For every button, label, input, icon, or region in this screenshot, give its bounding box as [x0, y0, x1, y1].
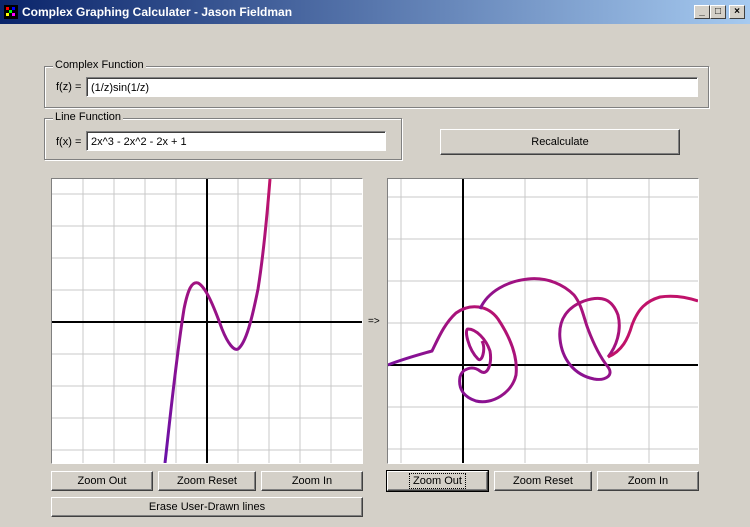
left-zoom-reset-label: Zoom Reset — [177, 475, 237, 487]
axes — [388, 179, 698, 463]
recalculate-button-label: Recalculate — [531, 136, 589, 148]
minimize-button[interactable]: _ — [694, 5, 710, 19]
left-zoom-in-button[interactable]: Zoom In — [261, 471, 363, 491]
left-zoom-out-label: Zoom Out — [77, 475, 127, 487]
erase-user-drawn-lines-label: Erase User-Drawn lines — [148, 501, 266, 513]
left-zoom-out-button[interactable]: Zoom Out — [51, 471, 153, 491]
line-function-plot[interactable] — [51, 178, 363, 464]
left-zoom-in-label: Zoom In — [291, 475, 333, 487]
complex-function-canvas[interactable] — [388, 179, 698, 463]
erase-user-drawn-lines-button[interactable]: Erase User-Drawn lines — [51, 497, 363, 517]
line-function-prefix: f(x) = — [56, 136, 82, 148]
line-function-input[interactable] — [87, 132, 385, 150]
close-button[interactable]: × — [729, 5, 745, 19]
axes — [52, 179, 362, 463]
title-bar[interactable]: Complex Graphing Calculater - Jason Fiel… — [0, 0, 750, 24]
right-zoom-reset-label: Zoom Reset — [513, 475, 573, 487]
app-icon — [4, 5, 18, 19]
right-zoom-out-label: Zoom Out — [409, 473, 466, 489]
complex-function-field-frame — [86, 77, 698, 97]
mapping-arrow: => — [368, 316, 380, 327]
right-zoom-in-button[interactable]: Zoom In — [597, 471, 699, 491]
complex-function-plot[interactable] — [387, 178, 699, 464]
right-zoom-out-button[interactable]: Zoom Out — [386, 470, 489, 492]
complex-function-input[interactable] — [87, 78, 697, 96]
complex-function-label: Complex Function — [53, 59, 146, 71]
maximize-button[interactable]: □ — [710, 5, 726, 19]
line-function-label: Line Function — [53, 111, 124, 123]
calculator-window: Complex Graphing Calculater - Jason Fiel… — [0, 0, 750, 527]
right-zoom-in-label: Zoom In — [627, 475, 669, 487]
complex-function-prefix: f(z) = — [56, 81, 82, 93]
complex-mapping-curve — [388, 305, 518, 404]
line-function-field-frame — [86, 131, 386, 151]
grid-lines — [388, 179, 698, 463]
window-title: Complex Graphing Calculater - Jason Fiel… — [22, 5, 293, 19]
left-zoom-reset-button[interactable]: Zoom Reset — [158, 471, 256, 491]
complex-mapping-tail — [607, 294, 698, 359]
line-function-canvas[interactable] — [52, 179, 362, 463]
recalculate-button[interactable]: Recalculate — [440, 129, 680, 155]
right-zoom-reset-button[interactable]: Zoom Reset — [494, 471, 592, 491]
